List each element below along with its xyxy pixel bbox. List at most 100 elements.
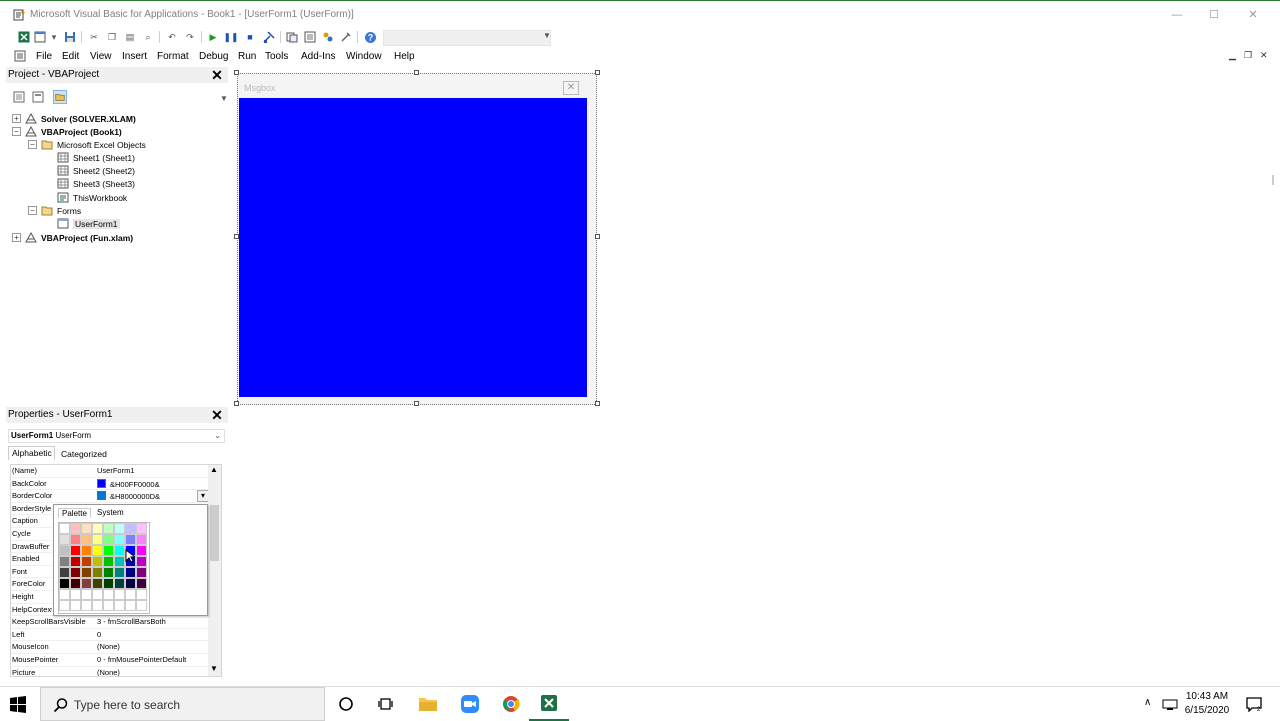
project-toolbar-scroll-icon[interactable]: ▼ <box>220 94 228 103</box>
palette-color-cell[interactable] <box>136 589 147 600</box>
palette-color-cell[interactable] <box>103 556 114 567</box>
menu-window[interactable]: Window <box>346 51 382 62</box>
palette-color-cell[interactable] <box>103 534 114 545</box>
palette-color-cell[interactable] <box>81 523 92 534</box>
paste-icon[interactable]: ▤ <box>123 30 137 44</box>
reset-icon[interactable]: ■ <box>243 30 257 44</box>
tree-item-sheet2[interactable]: Sheet2 (Sheet2) <box>57 164 135 177</box>
view-code-icon[interactable] <box>12 90 26 104</box>
property-row-backcolor[interactable]: BackColor &H00FF0000& <box>11 478 209 491</box>
palette-color-cell[interactable] <box>136 578 147 589</box>
mdi-restore-icon[interactable]: ❐ <box>1244 50 1252 61</box>
resize-handle[interactable] <box>595 401 600 406</box>
zoom-icon[interactable] <box>450 687 490 721</box>
palette-color-cell[interactable] <box>70 556 81 567</box>
property-row-keepscrollbarsvisible[interactable]: KeepScrollBarsVisible 3 - fmScrollBarsBot… <box>11 616 209 629</box>
tab-alphabetic[interactable]: Alphabetic <box>8 446 55 460</box>
property-row-name[interactable]: (Name) UserForm1 <box>11 465 209 478</box>
palette-color-cell[interactable] <box>125 567 136 578</box>
menu-file[interactable]: File <box>36 51 52 62</box>
resize-handle[interactable] <box>234 234 239 239</box>
task-view-icon[interactable] <box>366 687 406 721</box>
taskbar-search[interactable]: Type here to search <box>40 687 325 721</box>
chevron-down-icon[interactable]: ⌄ <box>214 430 221 442</box>
property-row-picture[interactable]: Picture (None) <box>11 667 209 676</box>
close-button[interactable]: ✕ <box>1238 5 1268 25</box>
palette-color-cell[interactable] <box>103 567 114 578</box>
run-icon[interactable]: ▶ <box>206 30 220 44</box>
design-mode-icon[interactable] <box>262 30 276 44</box>
menu-insert[interactable]: Insert <box>122 51 147 62</box>
view-excel-icon[interactable] <box>17 30 31 44</box>
palette-color-cell[interactable] <box>125 534 136 545</box>
palette-color-cell[interactable] <box>92 578 103 589</box>
palette-color-cell[interactable] <box>92 567 103 578</box>
palette-color-cell[interactable] <box>125 578 136 589</box>
tree-item-vbaproject-book1[interactable]: − VBAProject (Book1) <box>12 125 122 138</box>
project-explorer-icon[interactable] <box>285 30 299 44</box>
palette-color-cell[interactable] <box>92 556 103 567</box>
palette-color-cell[interactable] <box>59 589 70 600</box>
cortana-icon[interactable] <box>326 687 366 721</box>
chrome-icon[interactable] <box>491 687 531 721</box>
palette-color-cell[interactable] <box>103 523 114 534</box>
palette-color-cell[interactable] <box>114 523 125 534</box>
toolbox-icon[interactable] <box>339 30 353 44</box>
menu-tools[interactable]: Tools <box>265 51 288 62</box>
property-row-mouseicon[interactable]: MouseIcon (None) <box>11 641 209 654</box>
undo-icon[interactable]: ↶ <box>165 30 179 44</box>
palette-color-cell[interactable] <box>136 556 147 567</box>
property-row-bordercolor[interactable]: BorderColor &H8000000D& ▾ <box>11 490 209 503</box>
palette-color-cell[interactable] <box>125 589 136 600</box>
tree-expander-icon[interactable]: + <box>12 233 21 242</box>
palette-color-cell[interactable] <box>103 589 114 600</box>
mdi-minimize-icon[interactable]: ▁ <box>1229 50 1236 61</box>
palette-color-cell[interactable] <box>114 600 125 611</box>
windows-start-icon[interactable] <box>9 695 27 713</box>
palette-color-cell[interactable] <box>125 523 136 534</box>
tree-item-sheet3[interactable]: Sheet3 (Sheet3) <box>57 177 135 190</box>
palette-color-cell[interactable] <box>114 545 125 556</box>
palette-color-cell[interactable] <box>81 589 92 600</box>
scroll-up-icon[interactable]: ▲ <box>210 465 218 474</box>
resize-handle[interactable] <box>595 70 600 75</box>
tree-expander-icon[interactable]: − <box>28 140 37 149</box>
palette-color-cell[interactable] <box>81 545 92 556</box>
palette-color-cell[interactable] <box>59 578 70 589</box>
menu-run[interactable]: Run <box>238 51 256 62</box>
palette-color-cell[interactable] <box>81 534 92 545</box>
tree-item-sheet1[interactable]: Sheet1 (Sheet1) <box>57 151 135 164</box>
menu-format[interactable]: Format <box>157 51 189 62</box>
copy-icon[interactable]: ❐ <box>105 30 119 44</box>
properties-scrollbar[interactable]: ▲ ▼ <box>208 465 221 676</box>
resize-handle[interactable] <box>234 401 239 406</box>
insert-dropdown-arrow-icon[interactable]: ▾ <box>49 30 59 44</box>
resize-handle[interactable] <box>414 70 419 75</box>
palette-color-cell[interactable] <box>114 567 125 578</box>
palette-color-cell[interactable] <box>70 534 81 545</box>
menu-add-ins[interactable]: Add-Ins <box>301 51 335 62</box>
palette-color-cell[interactable] <box>81 556 92 567</box>
menu-edit[interactable]: Edit <box>62 51 79 62</box>
palette-color-cell[interactable] <box>114 578 125 589</box>
palette-color-cell[interactable] <box>81 600 92 611</box>
show-hidden-icons-icon[interactable]: ∧ <box>1144 697 1151 708</box>
file-explorer-icon[interactable] <box>408 687 448 721</box>
cut-icon[interactable]: ✂ <box>87 30 101 44</box>
palette-color-cell[interactable] <box>114 589 125 600</box>
palette-color-cell[interactable] <box>70 578 81 589</box>
taskbar-clock[interactable]: 10:43 AM 6/15/2020 <box>1182 690 1232 718</box>
properties-panel-close-icon[interactable]: ✕ <box>210 408 224 423</box>
toolbar-options-icon[interactable]: ▼ <box>543 31 551 40</box>
excel-taskbar-icon[interactable] <box>529 687 569 721</box>
userform-body[interactable] <box>239 98 587 397</box>
palette-color-cell[interactable] <box>136 545 147 556</box>
palette-color-cell[interactable] <box>136 567 147 578</box>
palette-color-cell[interactable] <box>92 545 103 556</box>
tree-item-thisworkbook[interactable]: ThisWorkbook <box>57 191 127 204</box>
tree-item-forms[interactable]: − Forms <box>28 204 81 217</box>
tab-categorized[interactable]: Categorized <box>58 448 110 460</box>
view-object-icon[interactable] <box>31 90 45 104</box>
object-browser-icon[interactable] <box>321 30 335 44</box>
network-icon[interactable] <box>1162 698 1178 710</box>
